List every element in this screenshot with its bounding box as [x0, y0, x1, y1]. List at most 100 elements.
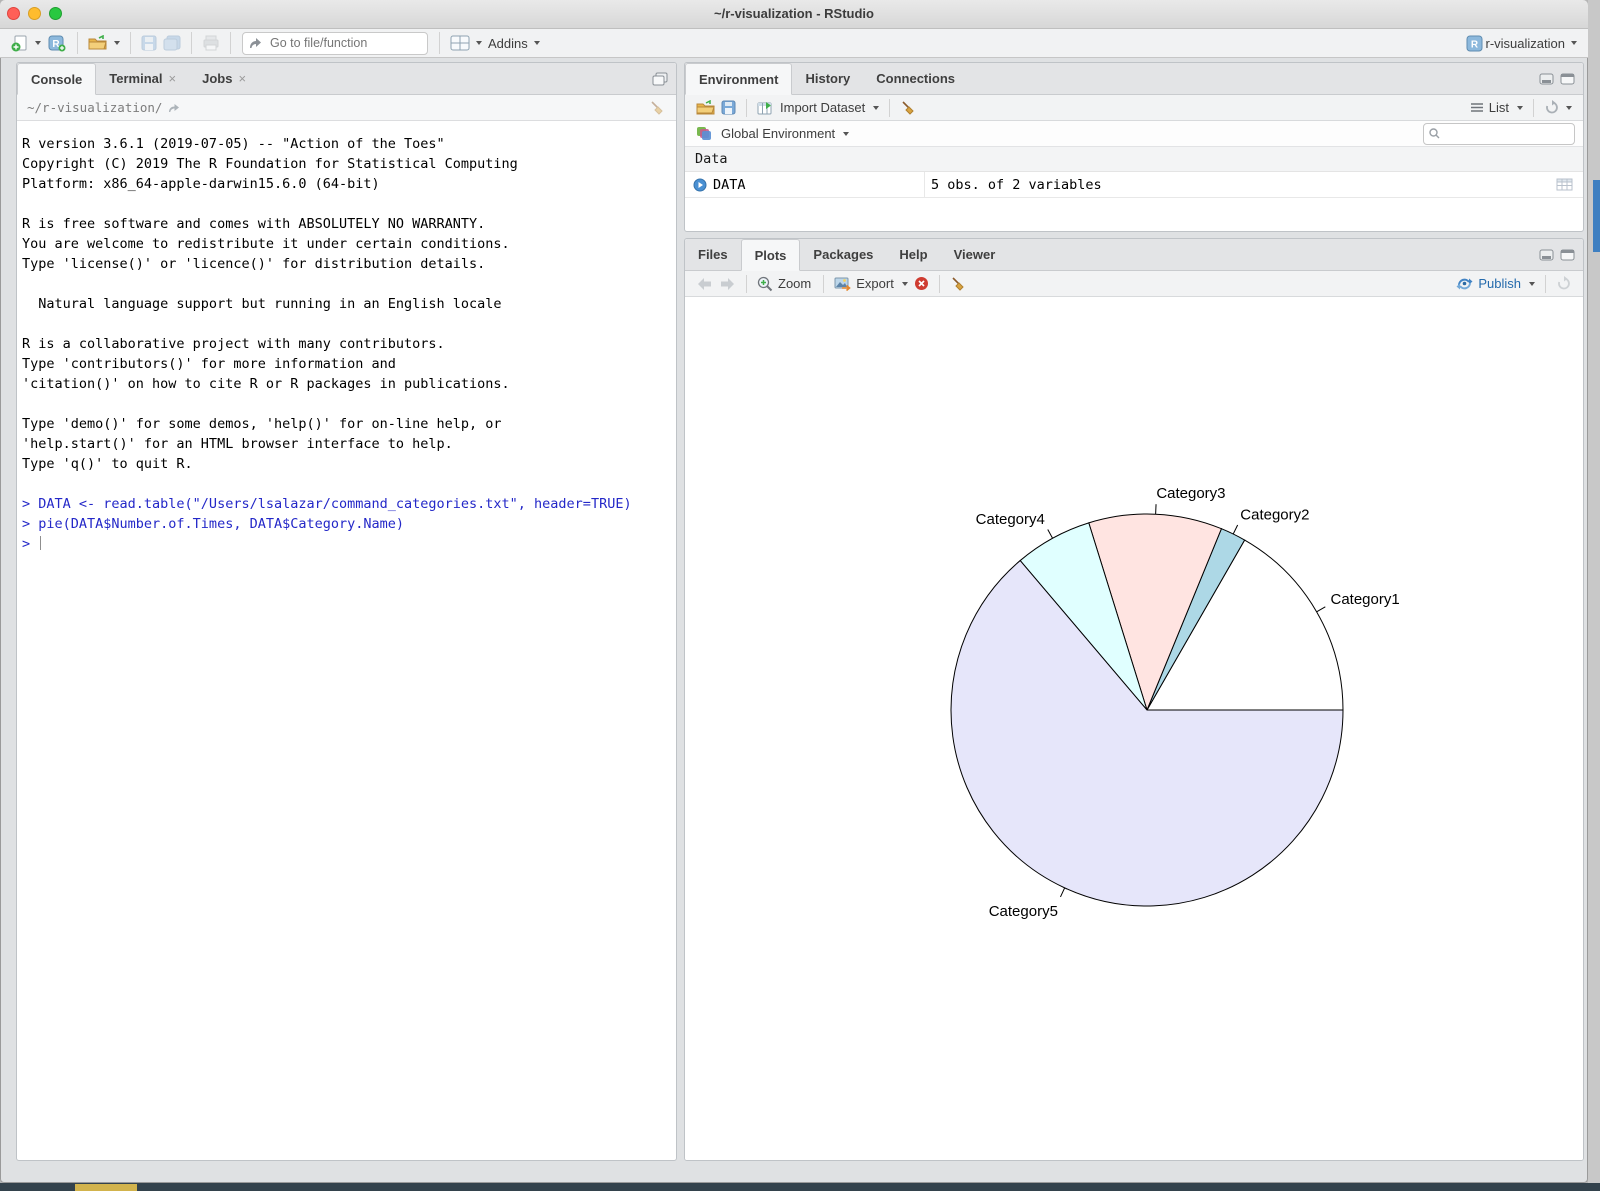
expand-object-icon[interactable] [693, 178, 707, 192]
maximize-pane-icon[interactable] [1560, 73, 1575, 85]
console-line: Copyright (C) 2019 The R Foundation for … [22, 154, 670, 174]
open-folder-icon [88, 35, 108, 51]
tab-label: Plots [755, 248, 787, 263]
next-plot-arrow-icon[interactable] [719, 277, 736, 291]
load-workspace-icon[interactable] [696, 100, 715, 115]
close-tab-icon[interactable]: × [238, 71, 246, 86]
project-menu[interactable]: R r-visualization [1466, 35, 1577, 52]
list-view-label: List [1489, 100, 1509, 115]
go-to-file-input[interactable] [268, 35, 421, 51]
list-view-menu[interactable]: List [1470, 100, 1523, 115]
export-plot-menu[interactable]: Export [834, 276, 908, 291]
export-label: Export [856, 276, 894, 291]
plot-canvas[interactable]: Category1Category2Category3Category4Cate… [685, 297, 1583, 1160]
tab-console[interactable]: Console [17, 63, 96, 95]
tab-jobs[interactable]: Jobs × [189, 63, 259, 94]
toolbar-separator [439, 32, 440, 54]
environment-pane: Environment History Connections [684, 62, 1584, 232]
console-line: R is free software and comes with ABSOLU… [22, 214, 670, 234]
chevron-down-icon [873, 106, 879, 110]
project-name-label: r-visualization [1486, 36, 1565, 51]
save-all-button[interactable] [163, 35, 181, 51]
print-button[interactable] [202, 35, 220, 51]
environment-object-row[interactable]: DATA 5 obs. of 2 variables [685, 172, 1583, 198]
pie-label-category1: Category1 [1330, 591, 1399, 608]
save-workspace-icon[interactable] [721, 100, 736, 115]
r-project-cube-icon: R [1466, 35, 1483, 52]
tab-plots[interactable]: Plots [741, 239, 801, 271]
tab-label: Viewer [954, 247, 996, 262]
save-button[interactable] [141, 35, 157, 51]
tab-history[interactable]: History [792, 63, 863, 94]
tabbar-spacer [968, 63, 1539, 94]
screenshot-root: ~/r-visualization - RStudio R [0, 0, 1600, 1191]
tab-viewer[interactable]: Viewer [941, 239, 1009, 270]
close-tab-icon[interactable]: × [169, 71, 177, 86]
tab-connections[interactable]: Connections [863, 63, 968, 94]
restore-panes-icon[interactable] [652, 72, 668, 86]
environment-scope-menu[interactable]: Global Environment [719, 126, 849, 141]
environment-layers-icon [696, 126, 713, 141]
console-tabbar: Console Terminal × Jobs × [17, 63, 676, 95]
tab-label: History [805, 71, 850, 86]
clear-environment-broom-icon[interactable] [900, 100, 916, 116]
toolbar-separator [889, 99, 890, 117]
chevron-down-icon [902, 282, 908, 286]
clear-all-plots-broom-icon[interactable] [950, 276, 966, 292]
toolbar-separator [191, 32, 192, 54]
tab-environment[interactable]: Environment [685, 63, 792, 95]
chevron-down-icon [534, 41, 540, 45]
chevron-down-icon [1571, 41, 1577, 45]
environment-toolbar: Import Dataset List [685, 95, 1583, 121]
window-title: ~/r-visualization - RStudio [0, 0, 1588, 28]
view-data-grid-icon[interactable] [1556, 178, 1573, 191]
pane-layout-button[interactable] [450, 35, 482, 51]
desktop-sliver-bottom [0, 1183, 1600, 1191]
title-bar[interactable]: ~/r-visualization - RStudio [0, 0, 1588, 29]
refresh-environment-button[interactable] [1544, 100, 1572, 115]
console-line: R is a collaborative project with many c… [22, 334, 670, 354]
console-output[interactable]: R version 3.6.1 (2019-07-05) -- "Action … [17, 121, 676, 554]
go-to-file-search[interactable] [242, 32, 428, 55]
chevron-down-icon [476, 41, 482, 45]
console-line: 'help.start()' for an HTML browser inter… [22, 434, 670, 454]
console-line: You are welcome to redistribute it under… [22, 234, 670, 254]
publish-plot-menu[interactable]: Publish [1456, 276, 1535, 291]
tab-files[interactable]: Files [685, 239, 741, 270]
tab-label: Packages [813, 247, 873, 262]
zoom-plot-button[interactable]: Zoom [757, 276, 813, 292]
toolbar-separator [746, 275, 747, 293]
refresh-icon [1544, 100, 1560, 115]
chevron-down-icon [114, 41, 120, 45]
object-summary: 5 obs. of 2 variables [925, 177, 1556, 193]
tab-help[interactable]: Help [886, 239, 940, 270]
remove-plot-icon[interactable] [914, 276, 929, 291]
refresh-plot-icon[interactable] [1556, 276, 1572, 291]
minimize-pane-icon[interactable] [1539, 73, 1554, 85]
plots-tabbar: Files Plots Packages Help Viewer [685, 239, 1583, 271]
tab-packages[interactable]: Packages [800, 239, 886, 270]
console-line: R version 3.6.1 (2019-07-05) -- "Action … [22, 134, 670, 154]
go-to-directory-arrow-icon[interactable] [168, 103, 181, 113]
environment-search-input[interactable] [1444, 126, 1569, 142]
previous-plot-arrow-icon[interactable] [696, 277, 713, 291]
addins-menu[interactable]: Addins [488, 36, 540, 51]
pie-label-tick [1317, 607, 1326, 612]
environment-search-box[interactable] [1423, 123, 1575, 145]
tab-terminal[interactable]: Terminal × [96, 63, 189, 94]
import-dataset-button[interactable]: Import Dataset [757, 100, 879, 115]
clear-console-broom-icon[interactable] [650, 100, 666, 116]
new-project-button[interactable]: R [47, 34, 67, 52]
maximize-pane-icon[interactable] [1560, 249, 1575, 261]
console-line: Type 'license()' or 'licence()' for dist… [22, 254, 670, 274]
console-line: 'citation()' on how to cite R or R packa… [22, 374, 670, 394]
environment-section-header: Data [685, 147, 1583, 172]
open-file-button[interactable] [88, 35, 120, 51]
minimize-pane-icon[interactable] [1539, 249, 1554, 261]
new-file-button[interactable] [11, 34, 41, 52]
pie-label-tick [1233, 525, 1237, 534]
console-line [22, 274, 670, 294]
chevron-down-icon [35, 41, 41, 45]
chevron-down-icon [843, 132, 849, 136]
tabbar-spacer [259, 63, 652, 94]
